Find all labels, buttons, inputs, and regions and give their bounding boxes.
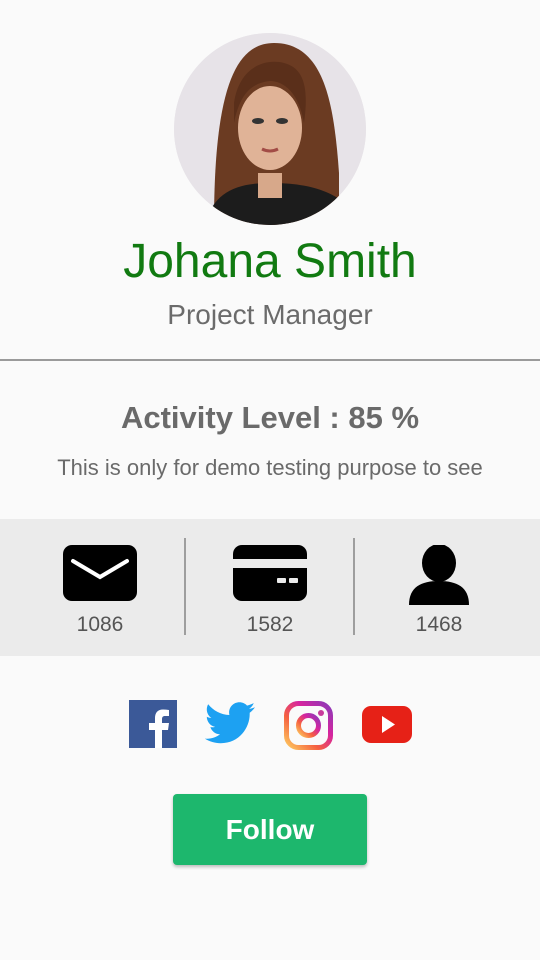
stat-card[interactable]: 1582 [185,519,355,656]
stat-card-value: 1582 [246,613,294,636]
twitter-icon [204,702,255,744]
instagram-link[interactable] [284,701,333,755]
section-divider [0,359,540,361]
activity-description: This is only for demo testing purpose to… [57,455,483,480]
stat-person-value: 1468 [415,613,463,636]
activity-level: Activity Level : 85 % [120,400,420,435]
profile-avatar [174,33,366,225]
twitter-link[interactable] [204,702,255,751]
follow-button[interactable]: Follow [173,794,367,865]
facebook-link[interactable] [129,700,177,753]
instagram-icon [284,701,333,750]
mail-icon [63,545,137,606]
youtube-icon [362,706,412,743]
profile-role: Project Manager [167,299,373,330]
youtube-link[interactable] [362,706,412,748]
stat-mail[interactable]: 1086 [15,519,185,656]
person-icon [407,544,471,610]
stat-person[interactable]: 1468 [354,519,524,656]
facebook-icon [129,700,177,748]
stats-band: 1086 1582 1468 [0,519,540,656]
profile-photo [174,33,366,225]
card-icon [233,545,307,606]
stat-mail-value: 1086 [76,613,124,636]
profile-name: Johana Smith [123,235,417,288]
